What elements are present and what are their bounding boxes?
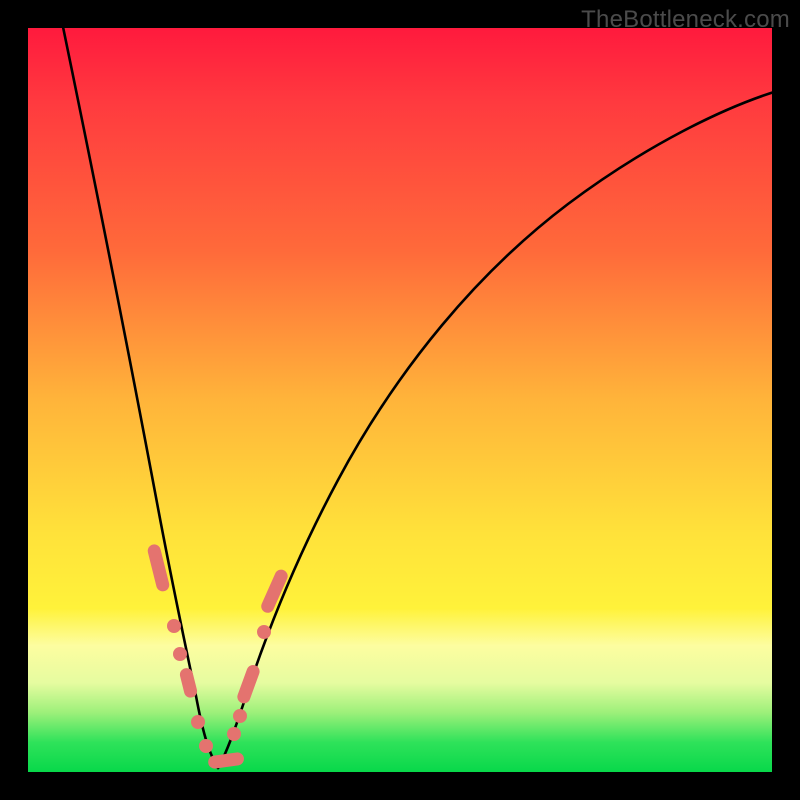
marker-left-dot-1 <box>167 619 181 633</box>
markers-right <box>207 568 289 770</box>
watermark-text: TheBottleneck.com <box>581 6 790 34</box>
marker-right-dot-3 <box>257 625 271 639</box>
marker-left-dot-4 <box>199 739 213 753</box>
marker-left-dot-2 <box>173 647 187 661</box>
marker-right-dot-2 <box>233 709 247 723</box>
marker-left-pill-2 <box>179 667 199 699</box>
markers-left <box>146 543 213 753</box>
marker-right-dot-1 <box>227 727 241 741</box>
chart-frame: TheBottleneck.com <box>0 0 800 800</box>
marker-left-dot-3 <box>191 715 205 729</box>
curves-svg <box>28 28 772 772</box>
marker-bottom-pill <box>207 752 244 770</box>
marker-right-pill-1 <box>236 663 262 705</box>
plot-area <box>28 28 772 772</box>
curve-right-branch <box>218 92 774 768</box>
curve-left-branch <box>62 22 218 768</box>
